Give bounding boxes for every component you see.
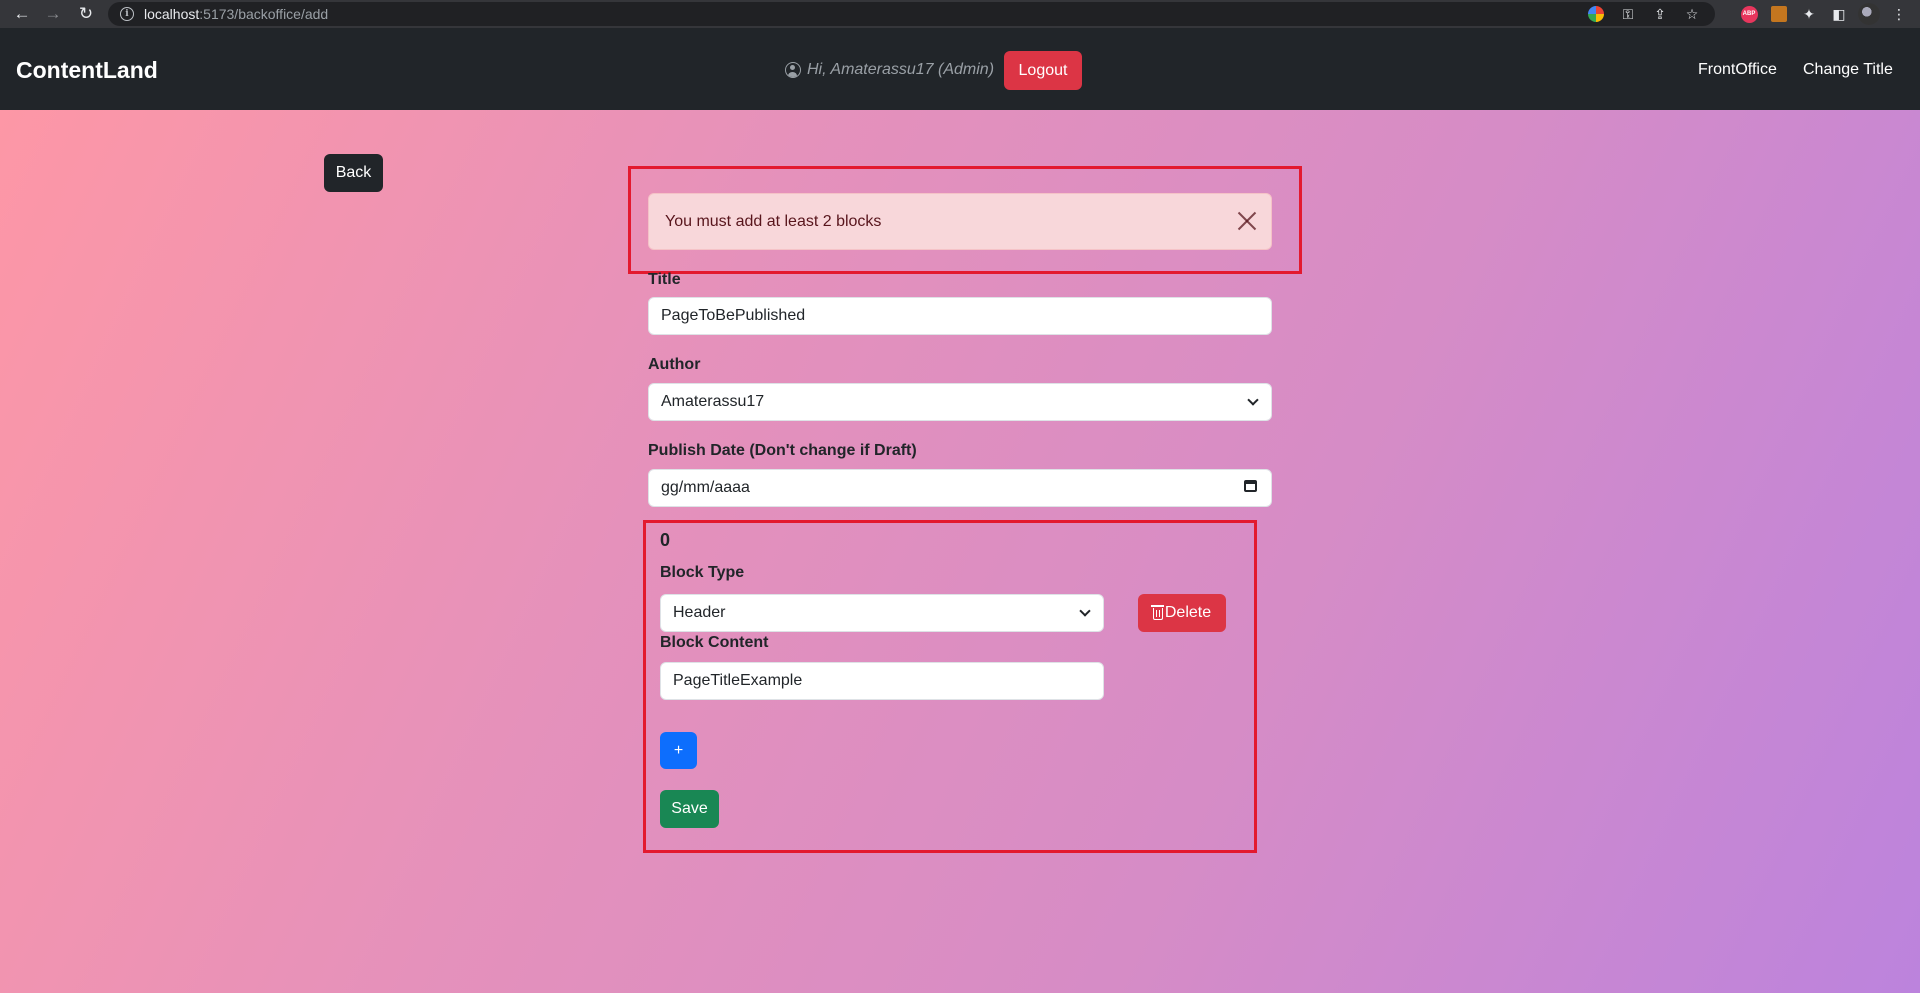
- nav-link-frontoffice[interactable]: FrontOffice: [1698, 61, 1777, 79]
- chevron-down-icon: [1247, 394, 1259, 406]
- back-button[interactable]: Back: [324, 154, 383, 192]
- brand-logo[interactable]: ContentLand: [16, 57, 158, 84]
- author-select-value: Amaterassu17: [661, 393, 765, 410]
- forward-arrow-icon[interactable]: →: [37, 0, 69, 28]
- main-content: Back You must add at least 2 blocks Titl…: [0, 110, 1920, 993]
- kebab-menu-icon[interactable]: ⋮: [1888, 3, 1910, 25]
- app-navbar: ContentLand Hi, Amaterassu17 (Admin) Log…: [0, 28, 1920, 110]
- user-circle-icon: [785, 62, 801, 78]
- author-select[interactable]: Amaterassu17: [648, 383, 1272, 421]
- browser-toolbar: ← → ↻ i localhost :5173/backoffice/add ⚿…: [0, 0, 1920, 28]
- calendar-icon[interactable]: [1244, 480, 1257, 492]
- publish-date-input[interactable]: gg/mm/aaaa: [648, 469, 1272, 507]
- block-type-value: Header: [673, 604, 726, 621]
- block-index: 0: [660, 530, 671, 550]
- author-label: Author: [648, 356, 701, 373]
- publish-date-label: Publish Date (Don't change if Draft): [648, 442, 917, 459]
- block-content-input[interactable]: PageTitleExample: [660, 662, 1104, 700]
- reload-icon[interactable]: ↻: [70, 0, 102, 28]
- puzzle-icon[interactable]: ✦: [1798, 3, 1820, 25]
- greeting-text: Hi, Amaterassu17 (Admin): [807, 61, 995, 78]
- google-icon[interactable]: [1583, 5, 1609, 23]
- key-icon[interactable]: ⚿: [1615, 5, 1641, 23]
- profile-avatar[interactable]: [1858, 3, 1880, 25]
- sidepanel-icon[interactable]: ◧: [1828, 3, 1850, 25]
- address-bar[interactable]: i localhost :5173/backoffice/add ⚿ ⇪ ☆: [108, 2, 1715, 26]
- error-alert: You must add at least 2 blocks: [648, 193, 1272, 250]
- block-type-label: Block Type: [660, 564, 745, 581]
- block-content-label: Block Content: [660, 634, 769, 651]
- url-host: localhost: [144, 6, 200, 22]
- block-type-select[interactable]: Header: [660, 594, 1104, 632]
- publish-date-placeholder: gg/mm/aaaa: [661, 479, 750, 496]
- star-icon[interactable]: ☆: [1679, 5, 1705, 23]
- adblock-icon[interactable]: ABP: [1738, 3, 1760, 25]
- back-arrow-icon[interactable]: ←: [6, 0, 38, 28]
- title-input[interactable]: PageToBePublished: [648, 297, 1272, 335]
- url-path: :5173/backoffice/add: [199, 6, 329, 22]
- chevron-down-icon: [1079, 605, 1091, 617]
- save-button[interactable]: Save: [660, 790, 719, 828]
- title-label: Title: [648, 271, 681, 288]
- logout-button[interactable]: Logout: [1004, 51, 1082, 90]
- extensions-area: ABP ✦ ◧ ⋮: [1738, 3, 1910, 25]
- add-block-button[interactable]: +: [660, 732, 697, 769]
- alert-message: You must add at least 2 blocks: [665, 212, 882, 230]
- close-icon[interactable]: [1237, 211, 1257, 231]
- extension-icon[interactable]: [1768, 3, 1790, 25]
- user-greeting: Hi, Amaterassu17 (Admin): [785, 61, 994, 79]
- delete-label: Delete: [1164, 604, 1212, 621]
- nav-link-change-title[interactable]: Change Title: [1803, 61, 1893, 79]
- info-icon[interactable]: i: [120, 7, 134, 21]
- delete-block-button[interactable]: Delete: [1138, 594, 1226, 632]
- trash-icon: [1150, 605, 1164, 620]
- share-icon[interactable]: ⇪: [1647, 5, 1673, 23]
